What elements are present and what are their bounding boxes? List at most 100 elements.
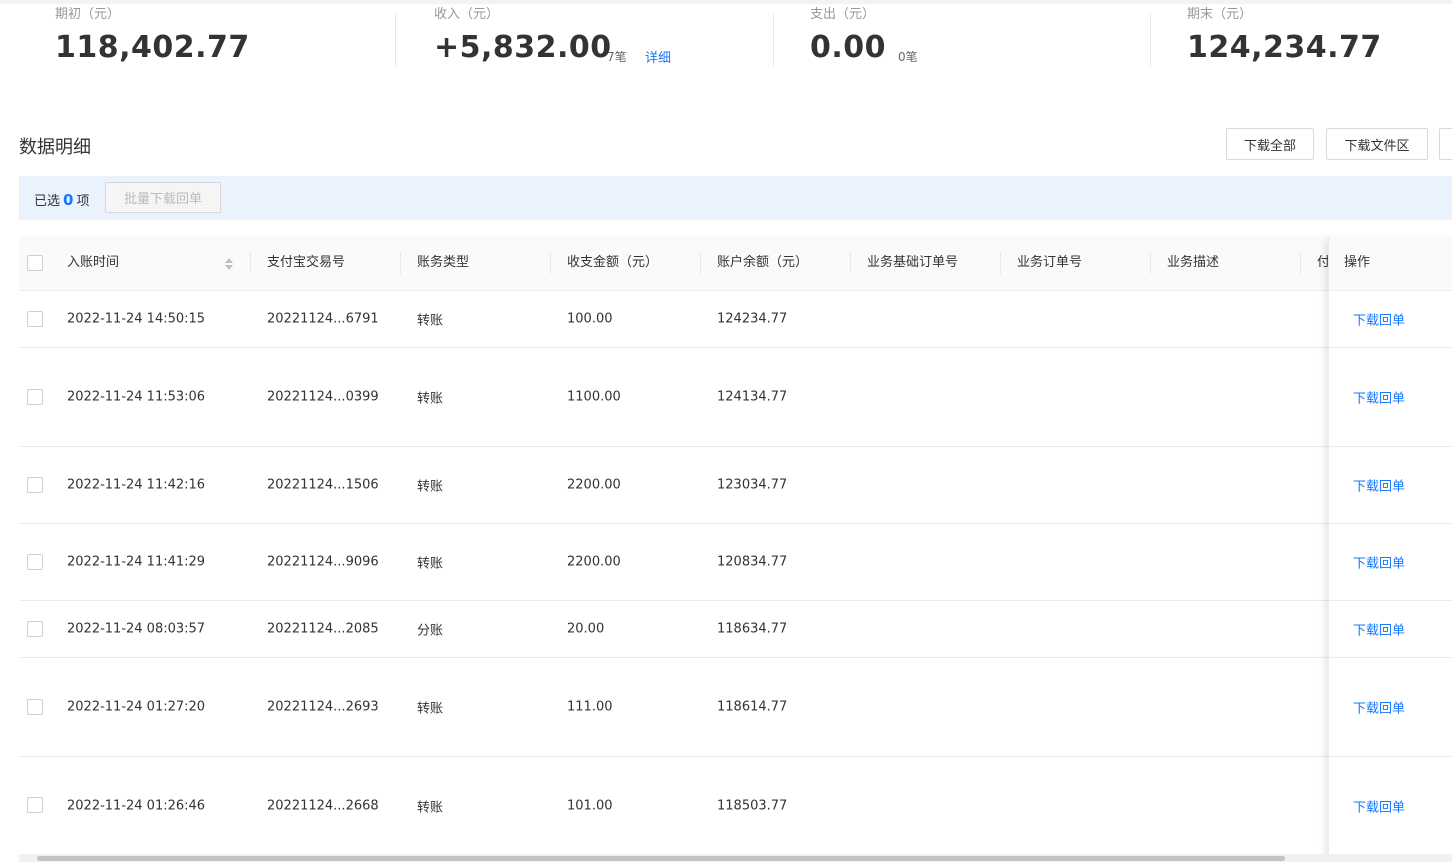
stat-income: 收入（元） +5,832.00 7笔 详细 bbox=[434, 0, 754, 70]
table-header: 入账时间 支付宝交易号 账务类型 收支金额（元） 账户余额（元） 业务基础订单号… bbox=[19, 236, 1452, 291]
cell-type: 转账 bbox=[417, 556, 444, 572]
cell-trade-no: 20221124...6791 bbox=[267, 311, 379, 327]
action-column-header: 操作 bbox=[1329, 236, 1452, 291]
more-button[interactable] bbox=[1439, 128, 1452, 160]
column-divider bbox=[400, 252, 401, 274]
row-checkbox[interactable] bbox=[27, 311, 43, 327]
cell-time: 2022-11-24 11:41:29 bbox=[67, 554, 206, 570]
action-cell: 下载回单 bbox=[1329, 348, 1452, 447]
row-checkbox[interactable] bbox=[27, 621, 43, 637]
cell-type: 转账 bbox=[417, 313, 444, 329]
row-checkbox[interactable] bbox=[27, 797, 43, 813]
stat-opening-label: 期初（元） bbox=[55, 7, 121, 22]
cell-type: 转账 bbox=[417, 391, 444, 407]
table-row: 2022-11-24 08:03:57 20221124...2085 分账 2… bbox=[19, 601, 1452, 658]
cell-balance: 124234.77 bbox=[717, 311, 788, 327]
cell-balance: 123034.77 bbox=[717, 477, 788, 493]
cell-amount: 2200.00 bbox=[567, 477, 621, 493]
stat-expense-count: 0笔 bbox=[898, 50, 918, 64]
cell-time: 2022-11-24 11:53:06 bbox=[67, 389, 206, 405]
column-divider bbox=[1300, 252, 1301, 274]
column-divider bbox=[550, 252, 551, 274]
column-divider bbox=[1000, 252, 1001, 274]
income-detail-link[interactable]: 详细 bbox=[645, 47, 671, 66]
cell-amount: 101.00 bbox=[567, 798, 613, 813]
stat-closing-value: 124,234.77 bbox=[1187, 30, 1382, 65]
cell-trade-no: 20221124...2693 bbox=[267, 699, 379, 715]
column-header-order: 业务订单号 bbox=[1017, 255, 1083, 270]
stat-divider bbox=[395, 14, 396, 66]
cell-time: 2022-11-24 01:26:46 bbox=[67, 798, 206, 813]
cell-trade-no: 20221124...9096 bbox=[267, 554, 379, 570]
stat-divider bbox=[1150, 14, 1151, 66]
row-checkbox[interactable] bbox=[27, 699, 43, 715]
download-receipt-link[interactable]: 下载回单 bbox=[1353, 388, 1405, 407]
scrollbar-thumb[interactable] bbox=[37, 856, 1285, 861]
stat-opening: 期初（元） 118,402.77 bbox=[55, 0, 375, 70]
cell-amount: 1100.00 bbox=[567, 389, 621, 405]
column-header-time[interactable]: 入账时间 bbox=[67, 236, 119, 291]
select-all-checkbox[interactable] bbox=[27, 255, 43, 271]
cell-balance: 124134.77 bbox=[717, 389, 788, 405]
cell-amount: 100.00 bbox=[567, 311, 613, 327]
column-divider bbox=[250, 252, 251, 274]
download-all-button[interactable]: 下载全部 bbox=[1226, 128, 1314, 160]
table-row: 2022-11-24 11:53:06 20221124...0399 转账 1… bbox=[19, 348, 1452, 447]
download-files-button[interactable]: 下载文件区 bbox=[1326, 128, 1428, 160]
selection-bar: 已选 0 项 批量下载回单 bbox=[19, 176, 1452, 220]
row-checkbox[interactable] bbox=[27, 477, 43, 493]
selection-prefix: 已选 bbox=[34, 194, 61, 209]
column-header-action: 操作 bbox=[1344, 255, 1371, 270]
cell-time: 2022-11-24 01:27:20 bbox=[67, 699, 206, 715]
row-checkbox[interactable] bbox=[27, 389, 43, 405]
action-column: 操作 下载回单 下载回单 下载回单 下载回单 下载回单 下载回单 下载回单 bbox=[1328, 236, 1452, 862]
cell-balance: 120834.77 bbox=[717, 554, 788, 570]
batch-download-button[interactable]: 批量下载回单 bbox=[105, 182, 221, 213]
action-cell: 下载回单 bbox=[1329, 447, 1452, 524]
download-receipt-link[interactable]: 下载回单 bbox=[1353, 310, 1405, 329]
stat-expense-label: 支出（元） bbox=[810, 7, 876, 22]
selection-count: 0 bbox=[63, 191, 74, 209]
table-row: 2022-11-24 14:50:15 20221124...6791 转账 1… bbox=[19, 291, 1452, 348]
selection-suffix: 项 bbox=[76, 194, 90, 209]
action-cell: 下载回单 bbox=[1329, 601, 1452, 658]
stat-divider bbox=[773, 14, 774, 66]
cell-time: 2022-11-24 08:03:57 bbox=[67, 621, 206, 637]
horizontal-scrollbar[interactable] bbox=[19, 854, 1452, 862]
stat-opening-value: 118,402.77 bbox=[55, 30, 250, 65]
cell-amount: 2200.00 bbox=[567, 554, 621, 570]
row-checkbox[interactable] bbox=[27, 554, 43, 570]
column-divider bbox=[700, 252, 701, 274]
column-header-type: 账务类型 bbox=[417, 255, 470, 270]
cell-time: 2022-11-24 11:42:16 bbox=[67, 477, 206, 493]
stat-expense-value: 0.00 bbox=[810, 30, 887, 65]
action-cell: 下载回单 bbox=[1329, 757, 1452, 854]
table-row: 2022-11-24 11:42:16 20221124...1506 转账 2… bbox=[19, 447, 1452, 524]
column-header-description: 业务描述 bbox=[1167, 255, 1220, 270]
cell-time: 2022-11-24 14:50:15 bbox=[67, 311, 206, 327]
stat-income-label: 收入（元） bbox=[434, 7, 500, 22]
cell-balance: 118614.77 bbox=[717, 699, 788, 715]
column-header-balance: 账户余额（元） bbox=[717, 255, 809, 270]
stat-expense: 支出（元） 0.00 0笔 bbox=[810, 0, 1130, 70]
table-row: 2022-11-24 11:41:29 20221124...9096 转账 2… bbox=[19, 524, 1452, 601]
download-receipt-link[interactable]: 下载回单 bbox=[1353, 553, 1405, 572]
stat-income-count: 7笔 bbox=[607, 50, 627, 64]
download-receipt-link[interactable]: 下载回单 bbox=[1353, 620, 1405, 639]
cell-balance: 118503.77 bbox=[717, 798, 788, 813]
download-receipt-link[interactable]: 下载回单 bbox=[1353, 796, 1405, 815]
download-receipt-link[interactable]: 下载回单 bbox=[1353, 476, 1405, 495]
action-cell: 下载回单 bbox=[1329, 658, 1452, 757]
cell-type: 转账 bbox=[417, 701, 444, 717]
selection-summary: 已选 0 项 bbox=[34, 190, 89, 209]
column-header-trade-no: 支付宝交易号 bbox=[267, 255, 346, 270]
cell-amount: 20.00 bbox=[567, 621, 605, 637]
cell-trade-no: 20221124...2085 bbox=[267, 621, 379, 637]
column-divider bbox=[850, 252, 851, 274]
table-row: 2022-11-24 01:27:20 20221124...2693 转账 1… bbox=[19, 658, 1452, 757]
stat-closing: 期末（元） 124,234.77 bbox=[1187, 0, 1447, 70]
sort-icon[interactable] bbox=[224, 256, 234, 272]
section-title: 数据明细 bbox=[19, 137, 91, 158]
download-receipt-link[interactable]: 下载回单 bbox=[1353, 698, 1405, 717]
cell-balance: 118634.77 bbox=[717, 621, 788, 637]
